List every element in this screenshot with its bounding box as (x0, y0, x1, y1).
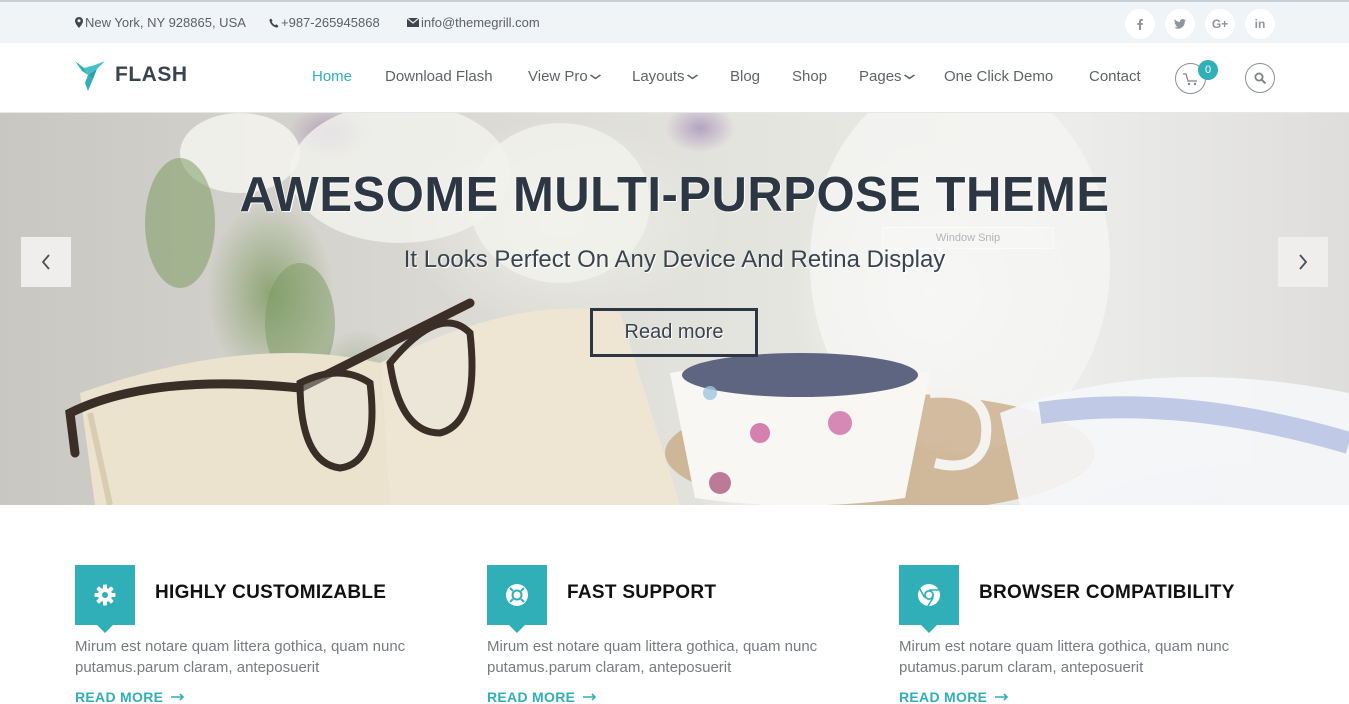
cloth (1000, 377, 1349, 505)
feature-card: FAST SUPPORT Mirum est notare quam litte… (487, 565, 887, 704)
linkedin-button[interactable]: in (1245, 9, 1275, 39)
feature-icon-box (487, 565, 547, 633)
flower-print (709, 472, 731, 494)
slider-prev-button[interactable] (21, 237, 71, 287)
flower-print (750, 423, 770, 443)
twitter-button[interactable] (1165, 9, 1195, 39)
nav-shop[interactable]: Shop (792, 68, 827, 85)
read-more-label: READ MORE (75, 689, 164, 704)
facebook-icon (1137, 18, 1143, 30)
gear-icon (94, 584, 116, 606)
feature-read-more-link[interactable]: READ MORE (487, 689, 597, 704)
nav-contact[interactable]: Contact (1089, 68, 1141, 85)
feature-card: HIGHLY CUSTOMIZABLE Mirum est notare qua… (75, 565, 475, 704)
address-info: New York, NY 928865, USA (75, 15, 246, 30)
nav-view-pro[interactable]: View Pro (528, 68, 601, 85)
arrow-right-icon (171, 693, 185, 701)
feature-description: Mirum est notare quam littera gothica, q… (899, 638, 1230, 676)
feature-description: Mirum est notare quam littera gothica, q… (75, 638, 406, 676)
lifebuoy-icon (506, 584, 528, 606)
nav-contact-label: Contact (1089, 68, 1141, 85)
read-more-button[interactable]: Read more (590, 308, 758, 357)
feature-icon-box (899, 565, 959, 633)
linkedin-icon: in (1254, 17, 1266, 31)
nav-download-flash[interactable]: Download Flash (385, 68, 493, 85)
read-more-label: READ MORE (487, 689, 576, 704)
coffee (682, 353, 918, 397)
chevron-down-icon (589, 74, 601, 79)
read-more-label: READ MORE (899, 689, 988, 704)
chevron-down-icon (686, 74, 698, 79)
feature-read-more-link[interactable]: READ MORE (899, 689, 1009, 704)
phone-text: +987-265945868 (281, 15, 380, 30)
hero-title: AWESOME MULTI-PURPOSE THEME (239, 168, 1110, 222)
envelope-icon (407, 18, 419, 27)
chevron-right-icon (1299, 254, 1308, 270)
feature-title: FAST SUPPORT (567, 582, 717, 603)
top-info-bar: New York, NY 928865, USA +987-265945868 … (0, 0, 1349, 43)
flower-print (828, 411, 852, 435)
flower-print (703, 386, 717, 400)
feature-description: Mirum est notare quam littera gothica, q… (487, 638, 818, 676)
email-info: info@themegrill.com (407, 15, 540, 30)
chevron-down-icon (903, 74, 915, 79)
nav-pages[interactable]: Pages (859, 68, 915, 85)
search-button[interactable] (1245, 63, 1275, 93)
map-marker-icon (75, 17, 83, 28)
phone-icon (269, 18, 279, 28)
nav-home-label: Home (312, 68, 353, 85)
hero-subtitle: It Looks Perfect On Any Device And Retin… (403, 246, 946, 273)
search-icon (1254, 72, 1266, 84)
nav-layouts-label: Layouts (632, 68, 685, 85)
nav-layouts[interactable]: Layouts (632, 68, 698, 85)
feature-read-more-link[interactable]: READ MORE (75, 689, 185, 704)
nav-blog[interactable]: Blog (730, 68, 760, 85)
site-header: FLASH Home Download Flash View Pro Layou… (0, 43, 1349, 113)
nav-shop-label: Shop (792, 68, 828, 85)
shopping-cart-icon (1182, 72, 1197, 85)
nav-download-flash-label: Download Flash (385, 68, 493, 85)
google-plus-button[interactable]: G+ (1205, 9, 1235, 39)
arrow-right-icon (583, 693, 597, 701)
arrow-right-icon (995, 693, 1009, 701)
nav-blog-label: Blog (730, 68, 761, 85)
site-logo[interactable]: FLASH (75, 59, 188, 91)
nav-view-pro-label: View Pro (528, 68, 588, 85)
feature-title: HIGHLY CUSTOMIZABLE (155, 582, 387, 603)
chrome-icon (918, 584, 940, 607)
hero-slider: Window Snip AWESOME MULTI-PURPOSE THEME … (0, 113, 1349, 505)
bird-logo-icon (75, 61, 105, 91)
nav-one-click-demo-label: One Click Demo (944, 68, 1054, 85)
google-plus-icon: G+ (1211, 17, 1229, 31)
twitter-icon (1174, 19, 1186, 29)
slider-next-button[interactable] (1278, 237, 1328, 287)
chevron-left-icon (41, 254, 50, 270)
address-text: New York, NY 928865, USA (85, 15, 246, 30)
nav-pages-label: Pages (859, 68, 902, 85)
phone-info: +987-265945868 (269, 15, 380, 30)
feature-card: BROWSER COMPATIBILITY Mirum est notare q… (899, 565, 1299, 704)
nav-home[interactable]: Home (312, 68, 352, 85)
facebook-button[interactable] (1125, 9, 1155, 39)
logo-text: FLASH (115, 63, 188, 86)
nav-one-click-demo[interactable]: One Click Demo (944, 68, 1053, 85)
feature-title: BROWSER COMPATIBILITY (979, 582, 1235, 603)
feature-icon-box (75, 565, 135, 633)
email-link[interactable]: info@themegrill.com (421, 15, 540, 30)
cart-count-badge: 0 (1198, 60, 1218, 80)
